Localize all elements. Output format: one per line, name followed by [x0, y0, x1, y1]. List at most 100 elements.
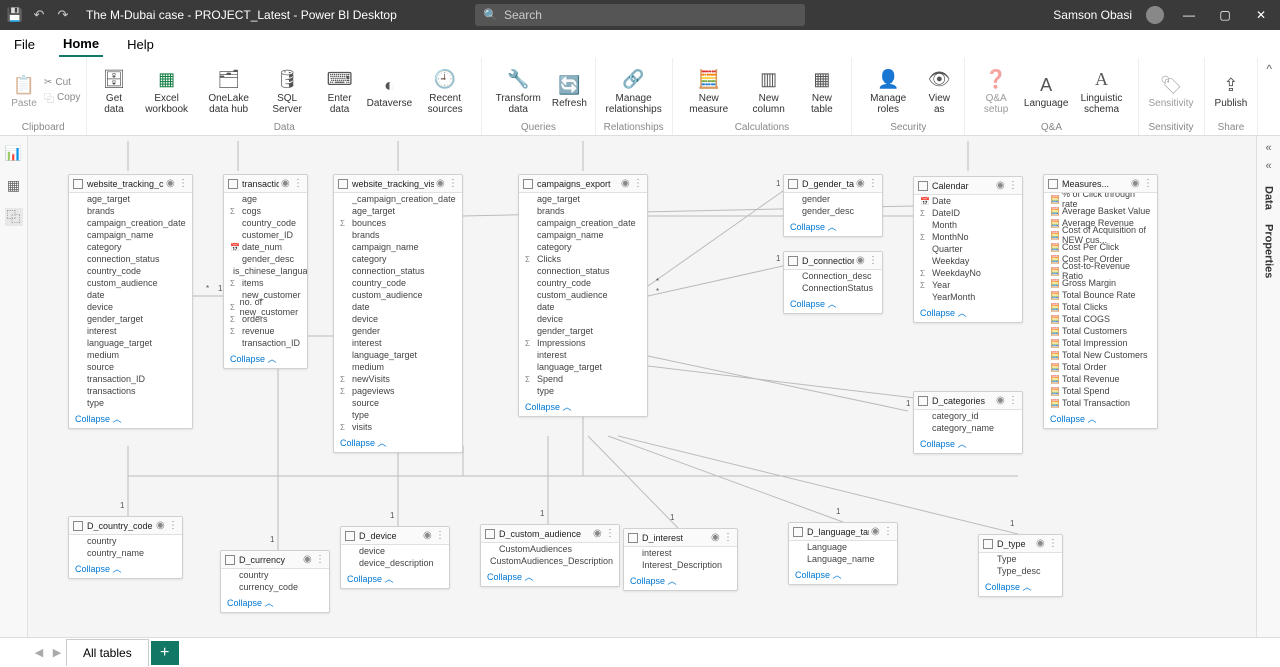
visibility-icon[interactable]: ◉ — [166, 178, 176, 189]
field[interactable]: interest — [624, 547, 737, 559]
sensitivity-button[interactable]: 🏷Sensitivity — [1145, 60, 1198, 121]
field[interactable]: custom_audience — [69, 277, 192, 289]
field[interactable]: country — [221, 569, 329, 581]
field[interactable]: 🧮Total Impression — [1044, 337, 1157, 349]
collapse-link[interactable]: Collapse ︿ — [69, 559, 182, 578]
data-view-icon[interactable]: ▦ — [5, 176, 23, 194]
collapse-link[interactable]: Collapse ︿ — [224, 349, 307, 368]
more-icon[interactable]: ⋮ — [868, 255, 878, 266]
field[interactable]: device — [519, 313, 647, 325]
field[interactable]: currency_code — [221, 581, 329, 593]
dataverse-button[interactable]: ◐Dataverse — [366, 60, 414, 121]
table-d_custom_audience[interactable]: D_custom_audience◉⋮CustomAudiencesCustom… — [480, 524, 620, 587]
field[interactable]: connection_status — [334, 265, 462, 277]
add-layout-button[interactable]: + — [151, 641, 179, 665]
publish-button[interactable]: ⇪Publish — [1211, 60, 1252, 121]
collapse-link[interactable]: Collapse ︿ — [914, 434, 1022, 453]
next-tab-icon[interactable]: ▶ — [48, 646, 66, 659]
more-icon[interactable]: ⋮ — [435, 530, 445, 541]
field[interactable]: category_name — [914, 422, 1022, 434]
field[interactable]: ΣClicks — [519, 253, 647, 265]
collapse-link[interactable]: Collapse ︿ — [69, 409, 192, 428]
field[interactable]: brands — [69, 205, 192, 217]
layout-tab[interactable]: All tables — [66, 639, 149, 666]
collapse-link[interactable]: Collapse ︿ — [914, 303, 1022, 322]
collapse-panel-icon[interactable]: « — [1265, 142, 1271, 154]
collapse-link[interactable]: Collapse ︿ — [221, 593, 329, 612]
refresh-button[interactable]: 🔄Refresh — [550, 60, 588, 121]
collapse-link[interactable]: Collapse ︿ — [341, 569, 449, 588]
get-data-button[interactable]: 🗄Get data — [93, 60, 134, 121]
field[interactable]: transactions — [69, 385, 192, 397]
save-icon[interactable]: 💾 — [8, 8, 22, 22]
new-column-button[interactable]: ▥New column — [741, 60, 797, 121]
field[interactable]: 📅Date — [914, 195, 1022, 207]
field[interactable]: ConnectionStatus — [784, 282, 882, 294]
field[interactable]: language_target — [519, 361, 647, 373]
visibility-icon[interactable]: ◉ — [871, 526, 881, 537]
more-icon[interactable]: ⋮ — [1008, 395, 1018, 406]
field[interactable]: category — [69, 241, 192, 253]
field[interactable]: customer_ID — [224, 229, 307, 241]
maximize-button[interactable]: ▢ — [1214, 4, 1236, 26]
field[interactable]: custom_audience — [519, 289, 647, 301]
collapse-ribbon-icon[interactable]: ^ — [1258, 58, 1280, 135]
recent-sources-button[interactable]: 🕘Recent sources — [415, 60, 475, 121]
field[interactable]: type — [334, 409, 462, 421]
field[interactable]: Quarter — [914, 243, 1022, 255]
field[interactable]: country_code — [224, 217, 307, 229]
field[interactable]: Interest_Description — [624, 559, 737, 571]
field[interactable]: country_code — [334, 277, 462, 289]
more-icon[interactable]: ⋮ — [178, 178, 188, 189]
visibility-icon[interactable]: ◉ — [436, 178, 446, 189]
field[interactable]: 🧮Cost of Acquisition of NEW cus... — [1044, 229, 1157, 241]
field[interactable]: gender_target — [69, 313, 192, 325]
enter-data-button[interactable]: ⌨Enter data — [316, 60, 364, 121]
field[interactable]: ΣImpressions — [519, 337, 647, 349]
visibility-icon[interactable]: ◉ — [593, 528, 603, 539]
linguistic-schema-button[interactable]: ALinguistic schema — [1071, 60, 1131, 121]
field[interactable]: gender — [784, 193, 882, 205]
field[interactable]: gender_desc — [224, 253, 307, 265]
field[interactable]: 🧮Total Order — [1044, 361, 1157, 373]
visibility-icon[interactable]: ◉ — [281, 178, 291, 189]
model-canvas[interactable]: *1*1*111111111 website_tracking_checkout… — [28, 136, 1256, 637]
collapse-link[interactable]: Collapse ︿ — [979, 577, 1062, 596]
collapse-link[interactable]: Collapse ︿ — [784, 217, 882, 236]
more-icon[interactable]: ⋮ — [883, 526, 893, 537]
more-icon[interactable]: ⋮ — [605, 528, 615, 539]
table-d_interest[interactable]: D_interest◉⋮interestInterest_Description… — [623, 528, 738, 591]
field[interactable]: age_target — [519, 193, 647, 205]
field[interactable]: ΣYear — [914, 279, 1022, 291]
field[interactable]: 🧮Total COGS — [1044, 313, 1157, 325]
visibility-icon[interactable]: ◉ — [1036, 538, 1046, 549]
field[interactable]: transaction_ID — [69, 373, 192, 385]
collapse-link[interactable]: Collapse ︿ — [1044, 409, 1157, 428]
collapse-link[interactable]: Collapse ︿ — [481, 567, 619, 586]
field[interactable]: age — [224, 193, 307, 205]
field[interactable]: Weekday — [914, 255, 1022, 267]
field[interactable]: medium — [334, 361, 462, 373]
new-table-button[interactable]: ▦New table — [799, 60, 846, 121]
field[interactable]: connection_status — [519, 265, 647, 277]
field[interactable]: campaign_name — [334, 241, 462, 253]
table-d_categories[interactable]: D_categories◉⋮category_idcategory_nameCo… — [913, 391, 1023, 454]
more-icon[interactable]: ⋮ — [1008, 180, 1018, 191]
field[interactable]: age_target — [334, 205, 462, 217]
qa-setup-button[interactable]: ❓Q&A setup — [971, 60, 1020, 121]
minimize-button[interactable]: — — [1178, 4, 1200, 26]
collapse-panel-icon[interactable]: « — [1265, 160, 1271, 172]
redo-icon[interactable]: ↷ — [56, 8, 70, 22]
field[interactable]: is_chinese_language — [224, 265, 307, 277]
field[interactable]: 🧮Total Transaction — [1044, 397, 1157, 409]
table-website_tracking_visits[interactable]: website_tracking_visits◉⋮_campaign_creat… — [333, 174, 463, 453]
more-icon[interactable]: ⋮ — [293, 178, 303, 189]
more-icon[interactable]: ⋮ — [1143, 178, 1153, 189]
table-measures[interactable]: Measures...◉⋮🧮% of Click through rate🧮Av… — [1043, 174, 1158, 429]
visibility-icon[interactable]: ◉ — [856, 178, 866, 189]
field[interactable]: 🧮Total Bounce Rate — [1044, 289, 1157, 301]
field[interactable]: country — [69, 535, 182, 547]
field[interactable]: interest — [69, 325, 192, 337]
collapse-link[interactable]: Collapse ︿ — [519, 397, 647, 416]
excel-button[interactable]: ▦Excel workbook — [137, 60, 197, 121]
